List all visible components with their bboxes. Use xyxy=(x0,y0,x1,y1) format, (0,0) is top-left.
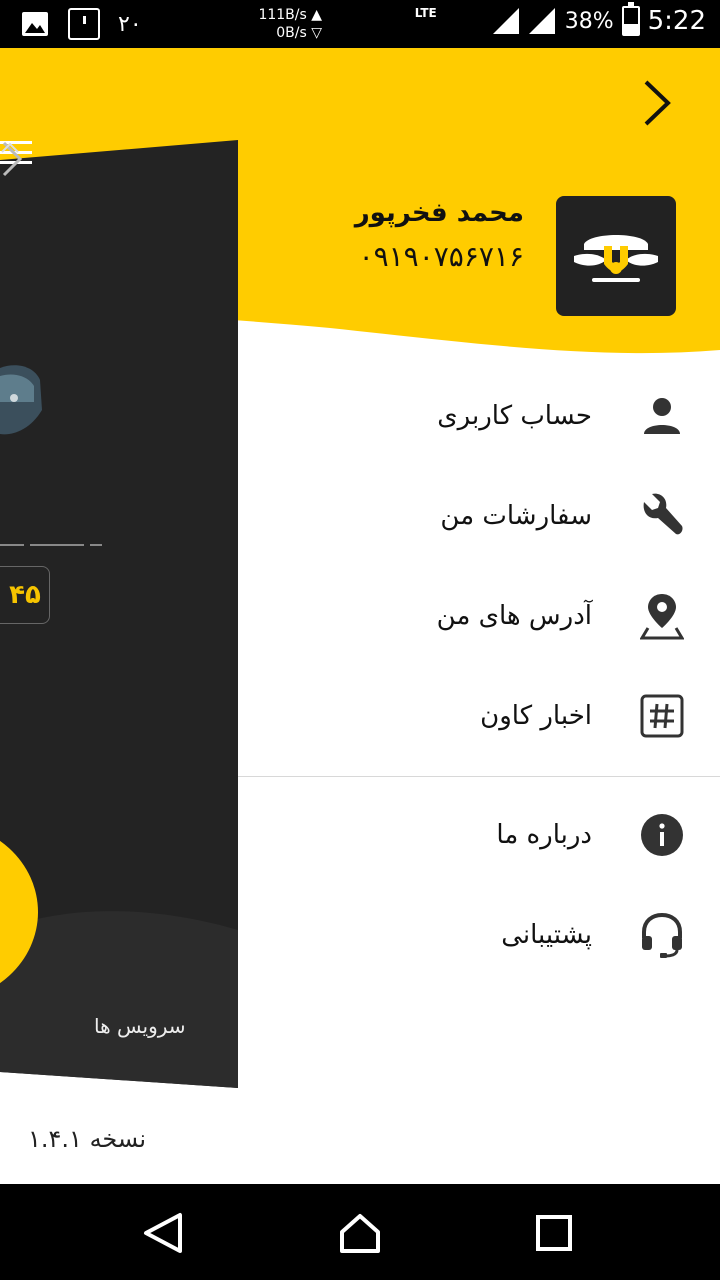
navigation-bar xyxy=(0,1184,720,1280)
menu-item-news[interactable]: اخبار کاون xyxy=(480,686,686,746)
menu-item-label: درباره ما xyxy=(496,820,592,850)
chevron-up-icon[interactable] xyxy=(0,140,20,154)
main-page-preview[interactable]: ۴۵ سرویس ها xyxy=(0,140,240,1090)
menu-item-label: حساب کاربری xyxy=(437,401,592,431)
menu-item-support[interactable]: پشتیبانی xyxy=(501,905,686,965)
menu-item-label: آدرس های من xyxy=(436,601,592,631)
headset-icon xyxy=(638,911,686,959)
car-logo-icon xyxy=(574,235,658,282)
image-notification-icon xyxy=(22,12,48,36)
lte-label: LTE xyxy=(414,6,437,20)
hashtag-icon xyxy=(638,692,686,740)
network-speed: 111B/s ▲ 0B/s ▽ xyxy=(258,7,322,41)
notification-box-icon xyxy=(68,8,100,40)
back-icon[interactable] xyxy=(140,1212,184,1254)
status-bar: ۲۰ 111B/s ▲ 0B/s ▽ LTE 38% 5:22 xyxy=(0,0,720,48)
chevron-right-icon[interactable] xyxy=(640,78,674,128)
menu-divider xyxy=(238,776,720,777)
menu-item-label: سفارشات من xyxy=(440,501,592,531)
user-phone: ۰۹۱۹۰۷۵۶۷۱۶ xyxy=(358,240,524,273)
menu-item-addresses[interactable]: آدرس های من xyxy=(437,586,686,646)
preview-badge: ۴۵ xyxy=(0,566,50,624)
avatar[interactable] xyxy=(556,196,676,316)
services-label[interactable]: سرویس ها xyxy=(94,1014,186,1038)
menu-item-label: اخبار کاون xyxy=(480,701,592,731)
info-icon xyxy=(638,811,686,859)
menu-item-label: پشتیبانی xyxy=(501,920,592,950)
menu-item-about[interactable]: درباره ما xyxy=(496,805,686,865)
clock: 5:22 xyxy=(647,6,706,36)
signal-icon-2 xyxy=(528,8,555,34)
wrench-icon xyxy=(638,492,686,540)
menu-item-orders[interactable]: سفارشات من xyxy=(440,486,686,546)
version-label: نسخه ۱.۴.۱ xyxy=(28,1125,147,1153)
user-name: محمد فخرپور xyxy=(354,198,524,228)
person-icon xyxy=(638,392,686,440)
recents-icon[interactable] xyxy=(532,1212,576,1254)
notification-count: ۲۰ xyxy=(118,11,142,37)
battery-icon xyxy=(621,2,640,36)
home-icon[interactable] xyxy=(338,1212,382,1254)
location-pin-icon xyxy=(638,592,686,640)
battery-percent: 38% xyxy=(564,8,614,34)
menu-item-account[interactable]: حساب کاربری xyxy=(437,386,686,446)
signal-icon xyxy=(492,8,519,34)
